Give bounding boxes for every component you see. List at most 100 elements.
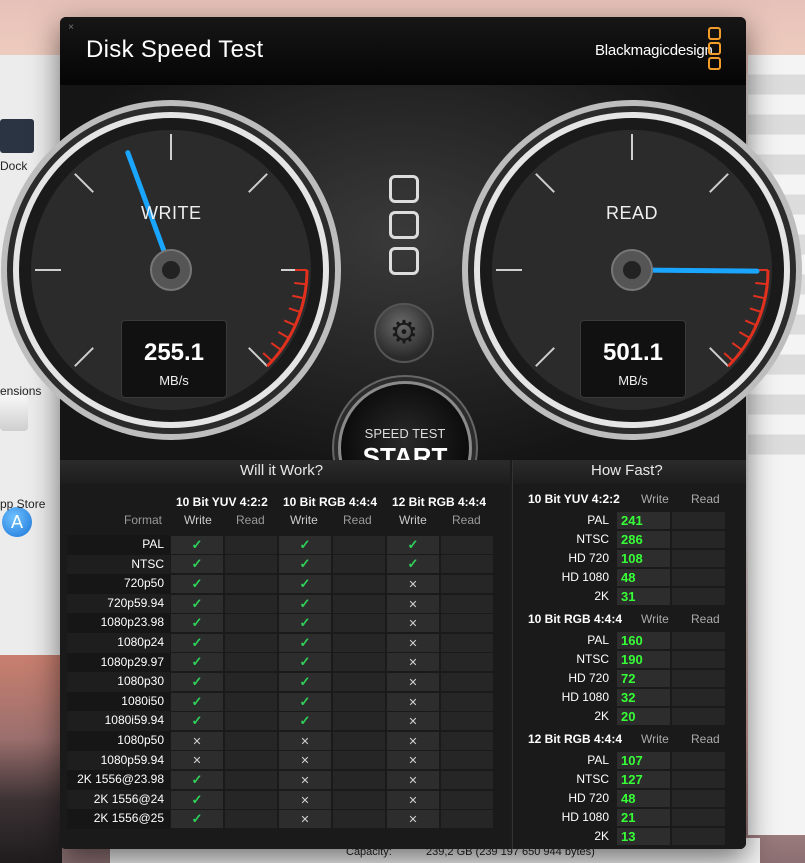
- cross-glyph: ✕: [300, 794, 310, 807]
- how-fast-read-fps: [672, 531, 725, 548]
- how-fast-row: HD 720 72: [512, 669, 726, 688]
- how-fast-read-header: Read: [691, 492, 720, 506]
- how-fast-write-fps: 190: [617, 651, 670, 668]
- read-speed-value: 501.1: [602, 339, 664, 366]
- read-cell: [225, 535, 277, 554]
- check-icon: ✓: [279, 594, 331, 613]
- check-icon: ✓: [171, 633, 223, 652]
- check-glyph: ✓: [191, 771, 203, 787]
- check-icon: ✓: [279, 633, 331, 652]
- check-icon: ✓: [171, 672, 223, 691]
- app-store-label: pp Store: [0, 497, 46, 511]
- check-glyph: ✓: [191, 673, 203, 689]
- format-row: NTSC ✓ ✓ ✓: [67, 554, 497, 575]
- cross-icon: ✕: [279, 751, 331, 770]
- cross-glyph: ✕: [192, 755, 202, 768]
- check-glyph: ✓: [299, 595, 311, 611]
- format-row: 1080p30 ✓ ✓ ✕: [67, 672, 497, 692]
- cross-icon: ✕: [279, 731, 331, 750]
- how-fast-write-fps: 21: [617, 809, 670, 826]
- cross-glyph: ✕: [408, 578, 418, 591]
- check-icon: ✓: [279, 614, 331, 633]
- read-cell: [333, 555, 385, 574]
- background-window-right: [748, 55, 805, 835]
- close-icon[interactable]: ×: [66, 23, 76, 33]
- check-glyph: ✓: [191, 634, 203, 650]
- check-glyph: ✓: [299, 634, 311, 650]
- settings-gear-button[interactable]: ⚙: [374, 303, 434, 363]
- check-icon: ✓: [387, 555, 439, 574]
- read-cell: [225, 672, 277, 691]
- how-fast-row: 2K 31: [512, 587, 726, 606]
- how-fast-write-fps: 108: [617, 550, 670, 567]
- check-glyph: ✓: [191, 693, 203, 709]
- how-fast-read-fps: [672, 588, 725, 605]
- check-glyph: ✓: [191, 556, 203, 572]
- format-name: 1080p30: [67, 672, 170, 692]
- how-fast-format: NTSC: [576, 652, 609, 666]
- check-glyph: ✓: [299, 556, 311, 572]
- format-row: PAL ✓ ✓ ✓: [67, 535, 497, 555]
- drive-stack-icon[interactable]: [389, 175, 419, 283]
- read-cell: [225, 751, 277, 770]
- how-fast-format: HD 720: [568, 551, 609, 565]
- check-icon: ✓: [171, 614, 223, 633]
- read-gauge-label: READ: [606, 203, 659, 223]
- check-glyph: ✓: [191, 595, 203, 611]
- how-fast-write-fps: 13: [617, 828, 670, 845]
- how-fast-format: HD 720: [568, 791, 609, 805]
- write-speed-unit: MB/s: [159, 373, 189, 388]
- format-row: 1080i59.94 ✓ ✓ ✕: [67, 711, 497, 731]
- desktop-wallpaper: [0, 655, 62, 863]
- read-cell: [225, 594, 277, 613]
- how-fast-format: NTSC: [576, 772, 609, 786]
- how-fast-write-fps: 48: [617, 790, 670, 807]
- start-button-small-label: SPEED TEST: [364, 426, 446, 441]
- check-icon: ✓: [171, 790, 223, 809]
- read-cell: [225, 810, 277, 829]
- how-fast-write-fps: 48: [617, 569, 670, 586]
- how-fast-read-fps: [672, 771, 725, 788]
- how-fast-row: HD 1080 32: [512, 688, 726, 707]
- read-cell: [441, 614, 493, 633]
- write-col-3: Write: [399, 513, 427, 527]
- write-speed-value: 255.1: [143, 339, 205, 366]
- how-fast-read-fps: [672, 651, 725, 668]
- cross-icon: ✕: [171, 731, 223, 750]
- check-icon: ✓: [171, 810, 223, 829]
- how-fast-read-fps: [672, 708, 725, 725]
- check-glyph: ✓: [191, 615, 203, 631]
- read-readout: 501.1 MB/s: [580, 320, 686, 398]
- format-name: 1080p29.97: [67, 652, 170, 673]
- read-cell: [441, 633, 493, 652]
- how-fast-format: 2K: [594, 829, 609, 843]
- check-icon: ✓: [171, 574, 223, 593]
- cross-icon: ✕: [387, 731, 439, 750]
- cross-icon: ✕: [387, 712, 439, 731]
- check-icon: ✓: [387, 535, 439, 554]
- title-bar[interactable]: × Disk Speed Test Blackmagicdesign: [60, 17, 746, 85]
- group-header-yuv422: 10 Bit YUV 4:2:2: [176, 495, 268, 509]
- how-fast-format: HD 1080: [561, 810, 609, 824]
- read-cell: [333, 535, 385, 554]
- cross-icon: ✕: [387, 770, 439, 789]
- cross-glyph: ✕: [408, 696, 418, 709]
- dock-label: Dock: [0, 159, 28, 173]
- format-name: 2K 1556@24: [67, 789, 170, 810]
- format-name: 1080p24: [67, 632, 170, 653]
- write-col-1: Write: [184, 513, 212, 527]
- how-fast-format: PAL: [587, 753, 609, 767]
- read-speed-unit: MB/s: [618, 373, 648, 388]
- read-cell: [225, 574, 277, 593]
- format-name: 1080p23.98: [67, 613, 170, 633]
- how-fast-read-fps: [672, 790, 725, 807]
- format-name: 720p59.94: [67, 593, 170, 614]
- read-cell: [441, 790, 493, 809]
- how-fast-row: 2K 20: [512, 707, 726, 726]
- read-cell: [441, 810, 493, 829]
- read-cell: [441, 751, 493, 770]
- cross-icon: ✕: [387, 810, 439, 829]
- how-fast-row: 2K 13: [512, 827, 726, 846]
- read-cell: [441, 555, 493, 574]
- cross-icon: ✕: [387, 614, 439, 633]
